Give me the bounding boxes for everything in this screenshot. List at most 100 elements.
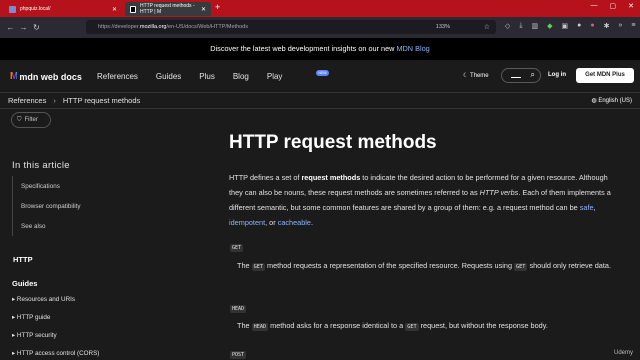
text: . — [310, 218, 313, 227]
sidebar-item[interactable]: ▸ HTTP security — [12, 332, 99, 350]
udemy-watermark: Udemy — [613, 350, 633, 356]
method-term-head[interactable]: HEAD — [230, 305, 247, 313]
nav-guides[interactable]: Guides — [156, 72, 181, 81]
banner-link[interactable]: MDN Blog — [396, 44, 429, 53]
nav-references[interactable]: References — [97, 72, 138, 81]
method-term-get[interactable]: GET — [230, 244, 244, 252]
download-icon[interactable]: ⤓ — [519, 22, 522, 30]
bookmark-star-icon[interactable]: ☆ — [484, 23, 490, 31]
address-bar[interactable]: https://developer. mozilla.org/en-US/docs… — [86, 20, 496, 34]
window-controls: — ▢ ✕ — [591, 2, 635, 10]
text: method asks for a response identical to … — [268, 321, 406, 330]
toc-item-see-also[interactable]: See also — [13, 216, 162, 236]
extension-icon[interactable]: ◆ — [547, 22, 552, 30]
breadcrumb: References › HTTP request methods ◍ Engl… — [0, 93, 640, 109]
url-domain: mozilla.org — [139, 24, 167, 30]
text: request, but without the response body. — [418, 321, 548, 330]
in-this-article-heading: In this article — [12, 160, 70, 171]
favicon-icon — [9, 5, 16, 13]
text: HTTP defines a set of — [229, 173, 302, 182]
logo-text: mdn web docs — [19, 71, 82, 82]
method-desc-head: The HEAD method asks for a response iden… — [237, 318, 617, 335]
theme-label: Theme — [469, 73, 489, 79]
extensions-icon[interactable]: ✱ — [604, 22, 610, 30]
new-tab-icon[interactable]: + — [215, 2, 220, 12]
main-nav: References Guides Plus Blog Play NEW — [97, 70, 349, 81]
forward-icon[interactable]: → — [17, 23, 30, 32]
url-prefix: https://developer. — [98, 24, 140, 30]
reload-icon[interactable]: ↻ — [30, 23, 43, 32]
screenshot-icon[interactable]: ▣ — [562, 22, 569, 30]
tab-title: phpquiz.local/ — [20, 6, 51, 12]
italic-term: HTTP verbs — [479, 188, 519, 197]
search-icon[interactable]: ⌕ — [531, 70, 535, 80]
back-icon[interactable]: ← — [4, 23, 17, 32]
link-cacheable[interactable]: cacheable — [278, 218, 311, 227]
mdn-logo[interactable]: M mdn web docs — [10, 71, 82, 82]
intro-paragraph: HTTP defines a set of request methods to… — [229, 173, 611, 227]
browser-tab-bar: phpquiz.local/ ✕ HTTP request methods - … — [0, 0, 640, 17]
table-of-contents: Specifications Browser compatibility See… — [12, 176, 162, 236]
minimize-icon[interactable]: — — [591, 2, 598, 10]
sidebar-guides-heading: Guides — [12, 279, 38, 288]
get-mdn-plus-button[interactable]: Get MDN Plus — [576, 68, 634, 83]
sidebar-section-http[interactable]: HTTP — [13, 255, 33, 264]
sidebar-item[interactable]: ▸ Resources and URIs — [12, 296, 99, 314]
nav-plus[interactable]: Plus — [199, 72, 215, 81]
inline-code: HEAD — [251, 323, 269, 331]
inline-code: GET — [514, 263, 528, 271]
sidebar-item-label: HTTP access control (CORS) — [16, 350, 100, 357]
close-icon[interactable]: ✕ — [112, 6, 117, 13]
library-icon[interactable]: ▥ — [532, 22, 539, 30]
toc-item-browser-compatibility[interactable]: Browser compatibility — [13, 196, 162, 216]
language-selector[interactable]: ◍ English (US) — [591, 97, 632, 104]
sidebar-item-label: Resources and URIs — [16, 296, 76, 303]
new-badge: NEW — [316, 70, 329, 76]
mdn-mark-icon: M — [10, 71, 18, 82]
theme-button[interactable]: ☾ Theme — [463, 72, 489, 79]
sidebar-guide-list: ▸ Resources and URIs ▸ HTTP guide ▸ HTTP… — [12, 296, 99, 360]
nav-play[interactable]: Play NEW — [266, 70, 331, 81]
nav-blog[interactable]: Blog — [233, 72, 249, 81]
browser-tab[interactable]: phpquiz.local/ ✕ — [4, 2, 122, 16]
browser-tab-active[interactable]: HTTP request methods - HTTP | M ✕ — [125, 2, 211, 16]
close-window-icon[interactable]: ✕ — [628, 2, 634, 10]
sidebar-item[interactable]: ▸ HTTP access control (CORS) — [12, 350, 99, 360]
toolbar-icons: ◇ ⤓ ▥ ◆ ▣ ● ● ✱ » ≡ — [505, 22, 635, 30]
inline-code: GET — [251, 263, 265, 271]
promo-banner: Discover the latest web development insi… — [0, 38, 640, 60]
banner-text: Discover the latest web development insi… — [210, 44, 397, 53]
favicon-icon — [130, 5, 136, 13]
method-desc-get: The GET method requests a representation… — [237, 258, 617, 275]
browser-toolbar: ← → ↻ https://developer. mozilla.org/en-U… — [0, 17, 640, 38]
inline-code: GET — [405, 323, 419, 331]
container-icon[interactable]: ● — [590, 22, 594, 30]
filter-button[interactable]: ⛉ Filter — [11, 112, 51, 128]
close-icon[interactable]: ✕ — [201, 6, 206, 13]
method-term-post[interactable]: POST — [230, 351, 247, 359]
link-idempotent[interactable]: idempotent — [229, 218, 265, 227]
maximize-icon[interactable]: ▢ — [610, 2, 617, 10]
breadcrumb-current[interactable]: HTTP request methods — [63, 96, 140, 105]
search-input[interactable]: ⌕ — [501, 68, 541, 83]
text: , or — [265, 218, 278, 227]
login-button[interactable]: Log in — [548, 72, 566, 78]
text: method requests a representation of the … — [264, 261, 515, 270]
zoom-level[interactable]: 133% — [436, 24, 450, 30]
language-label: English (US) — [598, 98, 632, 104]
sidebar-item-label: HTTP guide — [16, 314, 51, 321]
link-safe[interactable]: safe — [580, 203, 594, 212]
site-header: M mdn web docs References Guides Plus Bl… — [0, 60, 640, 93]
overflow-icon[interactable]: » — [618, 22, 622, 30]
pocket-icon[interactable]: ◇ — [505, 22, 510, 30]
nav-play-label: Play — [266, 72, 283, 81]
breadcrumb-references[interactable]: References — [8, 96, 46, 105]
tab-title: HTTP request methods - HTTP | M — [139, 3, 195, 15]
sidebar-item[interactable]: ▸ HTTP guide — [12, 314, 99, 332]
menu-icon[interactable]: ≡ — [631, 22, 635, 30]
text-cursor — [511, 77, 521, 78]
account-icon[interactable]: ● — [577, 22, 581, 30]
text: The — [237, 261, 252, 270]
toc-item-specifications[interactable]: Specifications — [13, 176, 162, 196]
text: should only retrieve data. — [527, 261, 611, 270]
